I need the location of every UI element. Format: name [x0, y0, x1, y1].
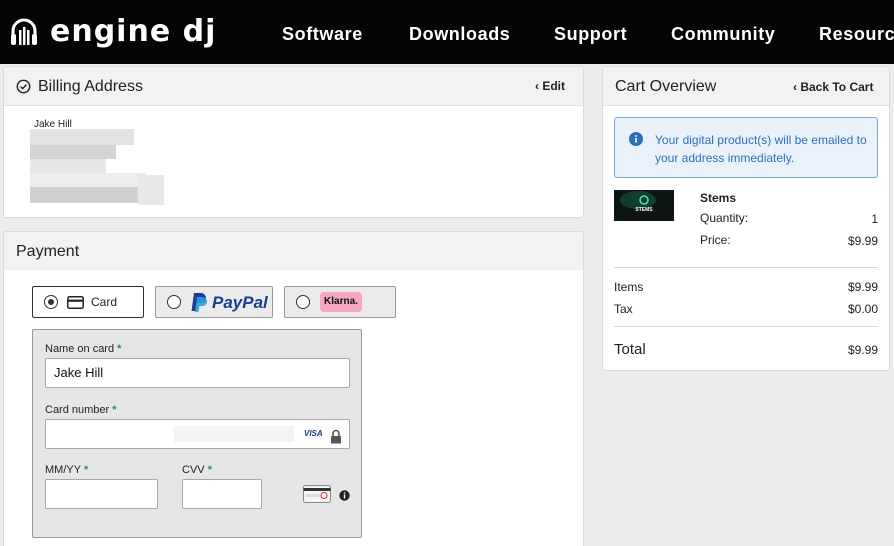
payment-title: Payment	[16, 243, 80, 260]
cart-header: Cart Overview ‹ Back To Cart	[603, 67, 889, 106]
site-header: engine dj Software Downloads Support Com…	[0, 0, 894, 64]
paypal-radio[interactable]	[167, 295, 181, 309]
cvv-card-icon	[303, 485, 331, 508]
billing-edit-link[interactable]: ‹ Edit	[535, 79, 565, 93]
tax-value: $0.00	[847, 302, 878, 316]
info-circle-icon	[629, 132, 643, 151]
nav-software[interactable]: Software	[282, 22, 363, 46]
items-value: $9.99	[847, 280, 878, 294]
cart-title: Cart Overview	[615, 78, 717, 95]
quantity-value: 1	[871, 212, 878, 226]
payment-header: Payment	[4, 232, 583, 270]
card-method-label: Card	[91, 295, 118, 309]
quantity-label: Quantity:	[700, 211, 749, 225]
payment-method-card[interactable]: Card	[32, 286, 144, 318]
card-form: Name on card * Jake Hill Card number * V…	[32, 329, 362, 538]
chevron-left-icon: ‹	[535, 79, 539, 93]
nav-support[interactable]: Support	[554, 22, 627, 46]
total-value: $9.99	[847, 343, 878, 357]
nav-downloads[interactable]: Downloads	[409, 22, 510, 46]
digital-delivery-notice: Your digital product(s) will be emailed …	[614, 117, 878, 178]
paypal-logo-icon	[190, 292, 208, 318]
product-thumb-text: STEMS	[635, 207, 653, 213]
klarna-radio[interactable]	[296, 295, 310, 309]
name-on-card-input[interactable]: Jake Hill	[45, 358, 350, 388]
logo[interactable]: engine dj	[10, 14, 216, 50]
back-to-cart-label: Back To Cart	[800, 80, 874, 94]
klarna-logo: Klarna.	[320, 292, 362, 312]
nav-community[interactable]: Community	[671, 22, 775, 46]
lock-icon	[330, 426, 342, 454]
total-divider	[614, 326, 878, 327]
price-value: $9.99	[847, 234, 878, 248]
payment-method-paypal[interactable]: PayPal	[155, 286, 273, 318]
expiry-input[interactable]	[45, 479, 158, 509]
product-name: Stems	[700, 191, 737, 205]
visa-logo: VISA	[304, 429, 323, 438]
notice-text: Your digital product(s) will be emailed …	[655, 133, 867, 165]
card-number-redacted	[174, 426, 294, 442]
price-label: Price:	[700, 233, 731, 247]
card-number-label: Card number *	[45, 404, 117, 416]
billing-title: Billing Address	[38, 78, 143, 95]
paypal-logo-text: PayPal	[212, 293, 268, 312]
payment-method-klarna[interactable]: Klarna.	[284, 286, 396, 318]
card-radio[interactable]	[44, 295, 58, 309]
chevron-left-icon: ‹	[793, 80, 797, 94]
nav-resources[interactable]: Resources	[819, 22, 894, 46]
card-number-input[interactable]: VISA	[45, 419, 350, 449]
check-circle-icon	[16, 79, 31, 99]
info-icon[interactable]	[339, 488, 350, 506]
edit-label: Edit	[542, 79, 566, 93]
expiry-label: MM/YY *	[45, 464, 89, 476]
items-label: Items	[614, 280, 644, 294]
name-on-card-label: Name on card *	[45, 343, 122, 355]
logo-text: engine dj	[50, 14, 217, 49]
tax-label: Tax	[614, 302, 633, 316]
headphones-icon	[10, 16, 38, 48]
cvv-input[interactable]	[182, 479, 262, 509]
billing-header: Billing Address ‹ Edit	[4, 67, 583, 106]
billing-address-card: Billing Address ‹ Edit Jake Hill	[3, 66, 584, 218]
cvv-label: CVV *	[182, 464, 212, 476]
cart-divider	[614, 267, 878, 268]
credit-card-icon	[67, 296, 84, 314]
back-to-cart-link[interactable]: ‹ Back To Cart	[793, 80, 873, 94]
product-thumbnail: STEMS	[614, 190, 674, 221]
total-label: Total	[614, 341, 646, 358]
